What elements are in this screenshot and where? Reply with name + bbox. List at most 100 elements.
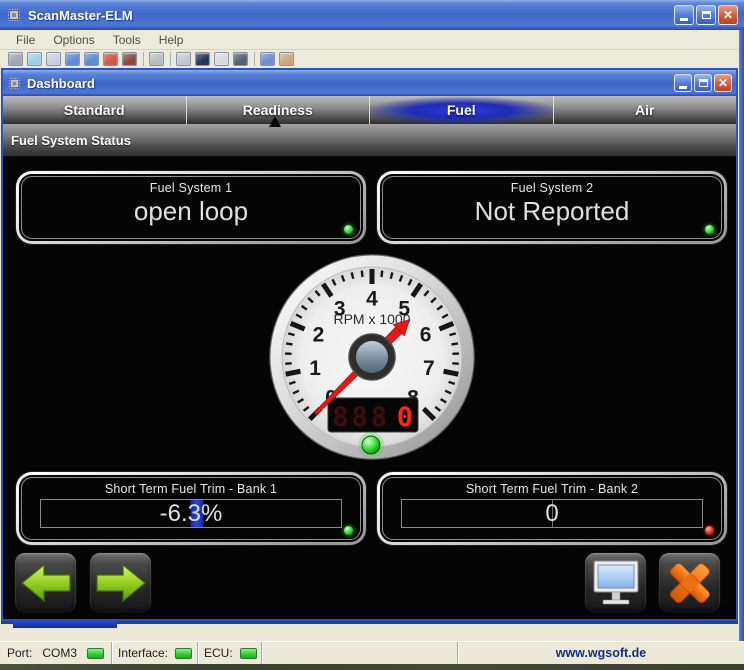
close-icon: ✕	[718, 77, 728, 89]
interface-status-indicator	[175, 648, 192, 659]
prev-page-button[interactable]	[14, 552, 77, 613]
taskbar-button-peek	[13, 621, 117, 628]
panel-value: Not Reported	[475, 196, 630, 227]
main-window-title: ScanMaster-ELM	[28, 8, 674, 23]
next-page-button[interactable]	[89, 552, 152, 613]
section-header: Fuel System Status	[3, 124, 736, 157]
maximize-icon	[699, 79, 708, 87]
panel-value: 0	[545, 500, 558, 528]
cursor-pointer-triangle	[269, 116, 281, 127]
close-icon: ✕	[723, 9, 733, 21]
toolbar-icon-sphere[interactable]	[233, 52, 248, 66]
panel-title: Short Term Fuel Trim - Bank 1	[105, 482, 277, 496]
port-value: COM3	[42, 646, 77, 660]
dashboard-chip-icon	[7, 76, 22, 91]
ecu-label: ECU:	[204, 646, 233, 660]
green-right-arrow-icon	[95, 562, 147, 604]
interface-label: Interface:	[118, 646, 168, 660]
main-window-right-border	[739, 30, 744, 664]
trim-value-box: 0	[401, 499, 703, 528]
trim-value-box: -6.3%	[40, 499, 342, 528]
menu-help[interactable]: Help	[151, 31, 192, 49]
maximize-icon	[702, 11, 711, 19]
toolbar-icon-trash[interactable]	[8, 52, 23, 66]
desktop-edge-strip	[0, 664, 744, 670]
exit-dashboard-button[interactable]	[658, 552, 721, 613]
toolbar-icon-monitor-1[interactable]	[65, 52, 80, 66]
dashboard-tabbar: Standard Readiness Fuel Air	[3, 96, 736, 124]
panel-stft-bank-1: Short Term Fuel Trim - Bank 1 -6.3%	[16, 472, 366, 545]
panel-fuel-system-2: Fuel System 2 Not Reported	[377, 171, 727, 244]
toolbar-icon-clipboard[interactable]	[149, 52, 164, 66]
svg-text:2: 2	[313, 323, 325, 346]
website-link[interactable]: www.wgsoft.de	[556, 646, 647, 660]
panel-value: -6.3%	[160, 500, 223, 528]
menu-tools[interactable]: Tools	[105, 31, 149, 49]
display-mode-button[interactable]	[584, 552, 647, 613]
minimize-icon	[679, 86, 687, 89]
main-close-button[interactable]: ✕	[718, 5, 738, 25]
toolbar-separator	[170, 52, 171, 66]
digital-ghost-digits: 888	[332, 402, 390, 433]
toolbar-separator	[143, 52, 144, 66]
main-window-titlebar[interactable]: ScanMaster-ELM ✕	[0, 0, 744, 30]
panel-title: Short Term Fuel Trim - Bank 2	[466, 482, 638, 496]
dashboard-minimize-button[interactable]	[674, 74, 692, 92]
tab-air[interactable]: Air	[553, 96, 737, 124]
orange-x-icon	[665, 559, 715, 607]
svg-text:1: 1	[309, 357, 321, 380]
toolbar-icon-globe[interactable]	[27, 52, 42, 66]
status-led	[344, 225, 353, 234]
toolbar	[0, 50, 739, 68]
menu-options[interactable]: Options	[45, 31, 102, 49]
tab-fuel[interactable]: Fuel	[369, 96, 553, 124]
panel-stft-bank-2: Short Term Fuel Trim - Bank 2 0	[377, 472, 727, 545]
rpm-gauge-svg: 012345678 RPM x 1000 888 0	[266, 251, 478, 463]
toolbar-icon-terminal[interactable]	[195, 52, 210, 66]
main-maximize-button[interactable]	[696, 5, 716, 25]
monitor-icon	[591, 559, 641, 607]
green-left-arrow-icon	[20, 562, 72, 604]
section-header-label: Fuel System Status	[11, 133, 131, 148]
menu-file[interactable]: File	[8, 31, 43, 49]
tab-label: Fuel	[447, 102, 476, 118]
ecu-status-indicator	[240, 648, 257, 659]
toolbar-icon-document[interactable]	[46, 52, 61, 66]
svg-text:4: 4	[366, 288, 378, 311]
toolbar-icon-info[interactable]	[260, 52, 275, 66]
dashboard-titlebar[interactable]: Dashboard ✕	[3, 70, 736, 96]
gauge-status-led	[362, 436, 380, 454]
minimize-icon	[680, 18, 688, 21]
toolbar-separator	[254, 52, 255, 66]
toolbar-icon-monitor-2[interactable]	[84, 52, 99, 66]
rpm-gauge: 012345678 RPM x 1000 888 0	[266, 251, 478, 463]
panel-title: Fuel System 2	[511, 181, 594, 195]
desktop-screen: ScanMaster-ELM ✕ File Options Tools Help…	[0, 0, 744, 670]
panel-title: Fuel System 1	[150, 181, 233, 195]
tab-standard[interactable]: Standard	[3, 96, 186, 124]
status-bar: Port: COM3 Interface: ECU: www.wgsoft.de	[0, 641, 744, 664]
dashboard-maximize-button[interactable]	[694, 74, 712, 92]
menu-bar: File Options Tools Help	[0, 30, 739, 50]
toolbar-icon-user[interactable]	[122, 52, 137, 66]
dashboard-title: Dashboard	[27, 76, 674, 91]
dashboard-close-button[interactable]: ✕	[714, 74, 732, 92]
panel-fuel-system-1: Fuel System 1 open loop	[16, 171, 366, 244]
status-led	[705, 225, 714, 234]
tab-label: Air	[635, 102, 654, 118]
toolbar-icon-building[interactable]	[279, 52, 294, 66]
port-status-indicator	[87, 648, 104, 659]
status-led	[705, 526, 714, 535]
svg-text:7: 7	[423, 357, 435, 380]
status-led	[344, 526, 353, 535]
toolbar-icon-battery[interactable]	[214, 52, 229, 66]
digital-value: 0	[397, 402, 413, 433]
main-minimize-button[interactable]	[674, 5, 694, 25]
port-label: Port:	[7, 646, 32, 660]
toolbar-icon-calendar[interactable]	[103, 52, 118, 66]
panel-value: open loop	[134, 196, 248, 227]
app-chip-icon	[6, 7, 22, 23]
tab-label: Standard	[64, 102, 125, 118]
toolbar-icon-screen[interactable]	[176, 52, 191, 66]
svg-text:6: 6	[420, 323, 432, 346]
